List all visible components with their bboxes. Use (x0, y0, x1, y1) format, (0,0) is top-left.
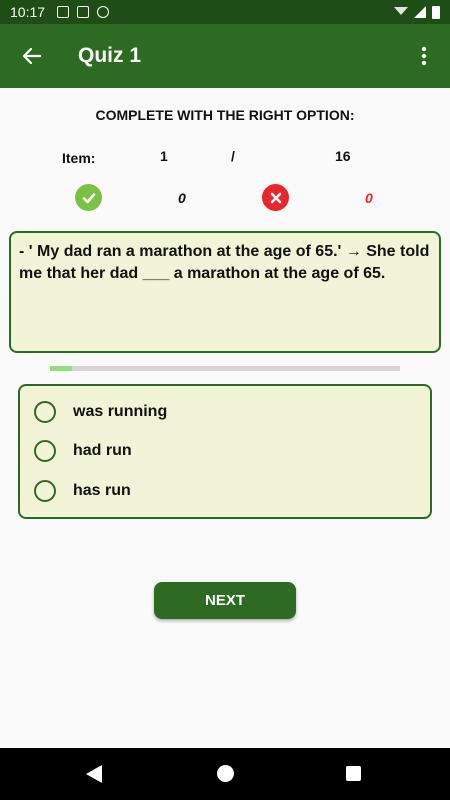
progress-bar (50, 366, 400, 371)
status-time: 10:17 (10, 4, 46, 20)
progress-fill (50, 366, 72, 371)
option-was-running[interactable]: was running (34, 397, 167, 427)
item-current: 1 (160, 148, 168, 164)
system-nav-bar (0, 748, 450, 800)
checkmark-glyph (82, 192, 95, 203)
instruction-text: COMPLETE WITH THE RIGHT OPTION: (95, 107, 355, 123)
item-label: Item: (62, 150, 96, 166)
status-bar: 10:17 (0, 0, 450, 24)
a-icon (57, 6, 70, 18)
no-sync-icon (97, 6, 110, 18)
options-group: was running had run has run (18, 384, 432, 519)
nav-recents-icon[interactable] (346, 766, 361, 781)
cross-glyph (270, 192, 281, 203)
page-title: Quiz 1 (78, 44, 142, 67)
sd-card-icon (77, 6, 90, 18)
wrong-count: 0 (365, 190, 373, 206)
nav-home-icon[interactable] (217, 765, 234, 782)
nav-back-icon[interactable] (86, 765, 102, 783)
option-had-run[interactable]: had run (34, 436, 132, 466)
back-button[interactable] (0, 24, 64, 88)
next-button[interactable]: NEXT (154, 582, 296, 619)
status-icons-right (394, 5, 440, 19)
correct-count: 0 (178, 190, 186, 206)
check-icon (75, 184, 102, 211)
option-label[interactable]: has run (73, 482, 131, 500)
radio-button[interactable] (34, 440, 56, 462)
radio-button[interactable] (34, 480, 56, 502)
status-icons-left (57, 6, 110, 18)
question-text: - ' My dad ran a marathon at the age of … (19, 243, 430, 282)
item-separator: / (231, 148, 235, 164)
close-icon (262, 184, 289, 211)
option-has-run[interactable]: has run (34, 476, 131, 506)
item-total: 16 (335, 148, 351, 164)
more-options-button[interactable] (398, 24, 450, 88)
option-label[interactable]: was running (73, 403, 167, 421)
signal-icon (414, 6, 426, 18)
question-card: - ' My dad ran a marathon at the age of … (9, 231, 441, 353)
option-label[interactable]: had run (73, 442, 132, 460)
app-bar: Quiz 1 (0, 24, 450, 88)
more-vert-icon (421, 46, 427, 66)
radio-button[interactable] (34, 401, 56, 423)
arrow-back-icon (22, 47, 42, 65)
wifi-icon (394, 7, 408, 17)
battery-icon (432, 5, 440, 19)
